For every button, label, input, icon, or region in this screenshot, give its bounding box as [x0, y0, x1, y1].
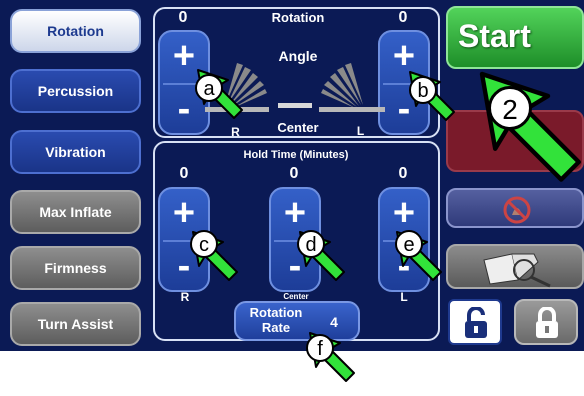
- annotation-step2-label: 2: [488, 86, 532, 130]
- annotation-d-label: d: [297, 230, 325, 258]
- annotation-e-label: e: [395, 230, 423, 258]
- annotation-f-label: f: [306, 334, 334, 362]
- annotation-b-label: b: [409, 76, 437, 104]
- annotation-overlay: [192, 69, 584, 382]
- annotation-a-label: a: [195, 74, 223, 102]
- annotation-c-label: c: [190, 230, 218, 258]
